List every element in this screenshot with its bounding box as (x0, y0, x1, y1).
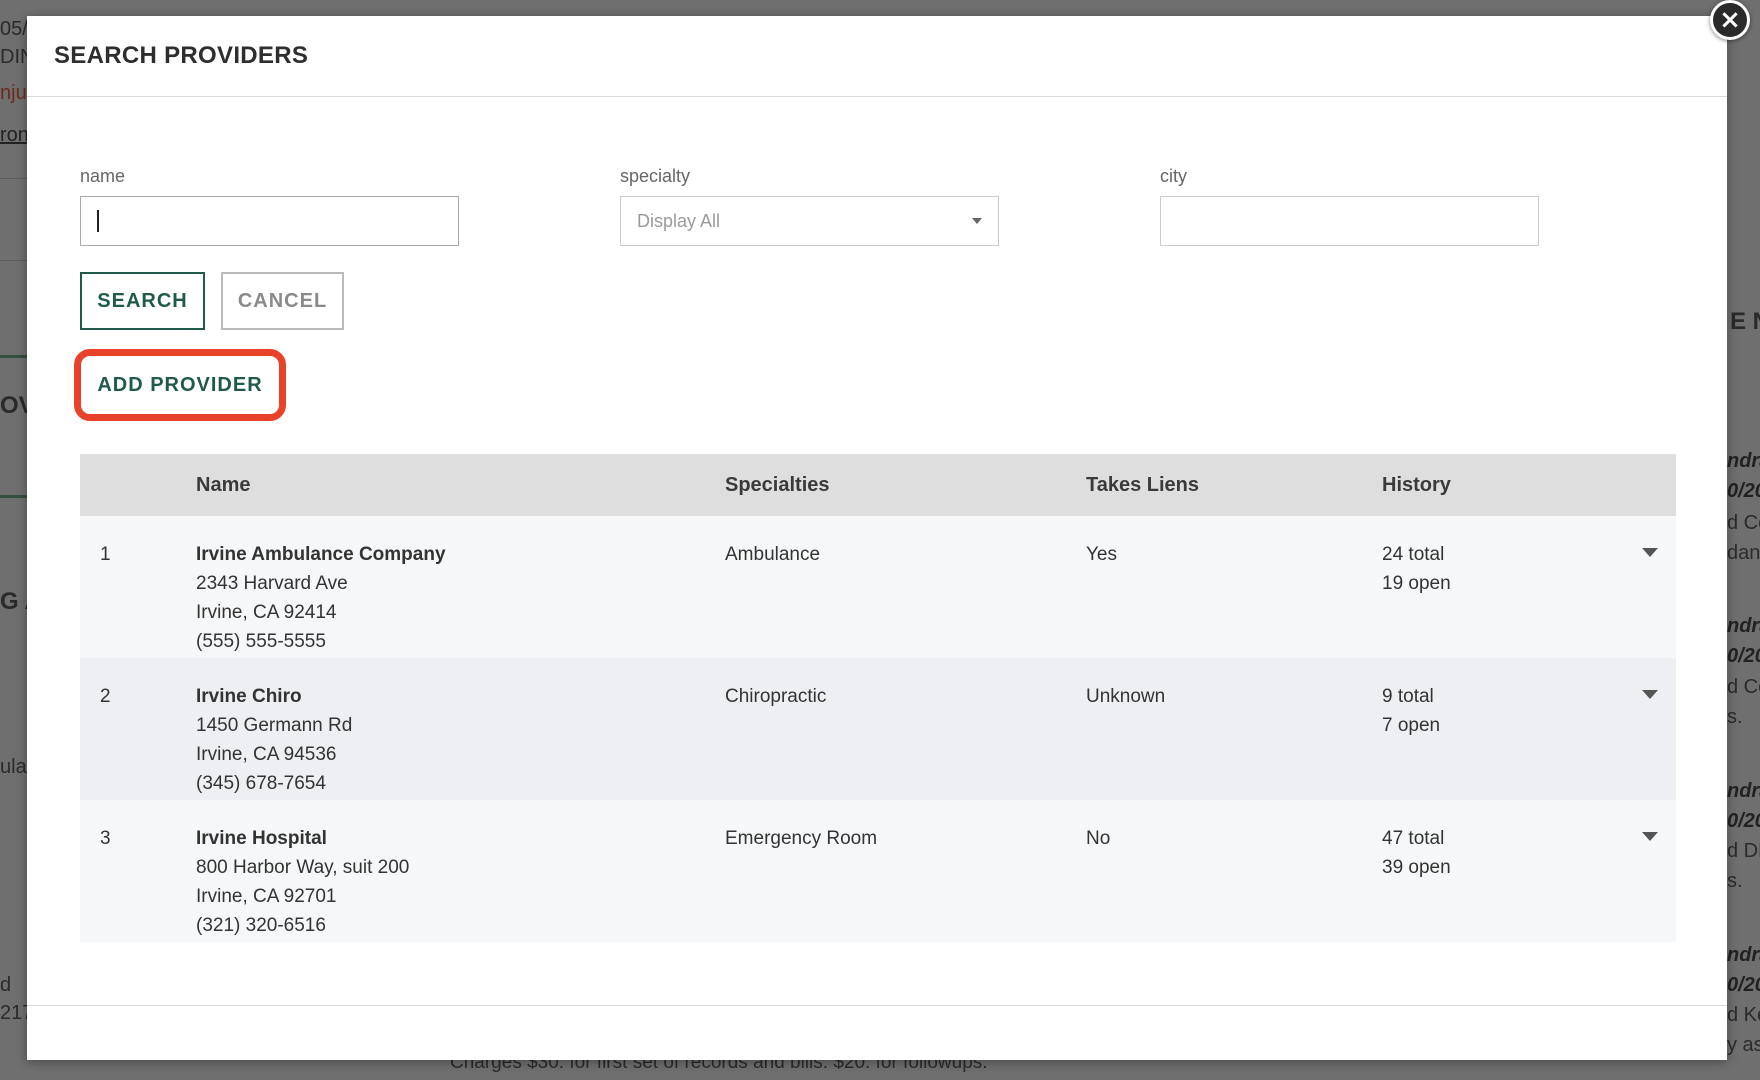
provider-phone: (555) 555-5555 (196, 631, 326, 652)
expand-row-icon[interactable] (1642, 832, 1658, 841)
cancel-button[interactable]: CANCEL (221, 272, 344, 330)
provider-name: Irvine Hospital (196, 828, 327, 849)
row-index: 3 (100, 828, 111, 849)
bg-text: d (0, 974, 12, 996)
bg-text: dant (1727, 542, 1760, 564)
city-label: city (1160, 166, 1187, 186)
bg-text: d Co (1727, 512, 1760, 534)
close-icon: × (1719, 5, 1741, 35)
column-header-takes-liens[interactable]: Takes Liens (1086, 454, 1382, 516)
bg-text: E N (1730, 308, 1760, 335)
column-header-index (80, 454, 196, 516)
provider-history: 47 total 39 open (1382, 800, 1642, 942)
provider-specialty: Emergency Room (725, 828, 878, 849)
table-header-row: Name Specialties Takes Liens History (80, 454, 1676, 516)
provider-specialty: Chiropractic (725, 686, 827, 707)
provider-phone: (321) 320-6516 (196, 915, 326, 936)
bg-text: d DF (1727, 840, 1760, 862)
add-provider-label: ADD PROVIDER (97, 373, 263, 396)
row-index: 2 (100, 686, 111, 707)
bg-text: ndra (1727, 780, 1760, 802)
bg-text: ndra (1727, 615, 1760, 637)
bg-text: 05/ (0, 18, 28, 40)
modal-footer-divider (27, 1005, 1727, 1006)
column-header-name[interactable]: Name (196, 454, 725, 516)
chevron-down-icon (972, 218, 982, 224)
bg-text: ndra (1727, 450, 1760, 472)
history-total: 24 total (1382, 544, 1445, 565)
provider-takes-liens: Yes (1086, 544, 1117, 565)
bg-text: y as (1727, 1034, 1760, 1056)
provider-address-line1: 2343 Harvard Ave (196, 573, 348, 594)
expand-row-icon[interactable] (1642, 548, 1658, 557)
bg-text: 0/20 (1727, 645, 1760, 667)
provider-address-line1: 1450 Germann Rd (196, 715, 353, 736)
bg-link: ron (0, 124, 29, 146)
provider-name: Irvine Ambulance Company (196, 544, 446, 565)
modal-title: SEARCH PROVIDERS (54, 42, 309, 69)
specialty-field: specialty Display All (620, 166, 999, 246)
expand-cell (1642, 516, 1676, 658)
table-row[interactable]: 2 Irvine Chiro 1450 Germann Rd Irvine, C… (80, 658, 1676, 800)
city-field: city (1160, 166, 1539, 246)
specialty-selected-value: Display All (637, 210, 721, 231)
history-total: 9 total (1382, 686, 1434, 707)
history-open: 19 open (1382, 573, 1451, 594)
city-input[interactable] (1160, 196, 1539, 246)
provider-address-line2: Irvine, CA 94536 (196, 744, 337, 765)
provider-specialty: Ambulance (725, 544, 821, 565)
modal-header: SEARCH PROVIDERS (27, 16, 1727, 97)
providers-table: Name Specialties Takes Liens History 1 I… (80, 454, 1676, 942)
bg-text: 0/20 (1727, 480, 1760, 502)
provider-info: Irvine Ambulance Company 2343 Harvard Av… (196, 516, 725, 658)
bg-text: d Ke (1727, 1004, 1760, 1026)
provider-info: Irvine Hospital 800 Harbor Way, suit 200… (196, 800, 725, 942)
bg-text: 0/20 (1727, 974, 1760, 996)
column-header-expand (1642, 454, 1676, 516)
provider-takes-liens: No (1086, 828, 1111, 849)
search-providers-modal: SEARCH PROVIDERS name specialty Display … (27, 16, 1727, 1060)
provider-history: 24 total 19 open (1382, 516, 1642, 658)
expand-cell (1642, 800, 1676, 942)
expand-cell (1642, 658, 1676, 800)
table-row[interactable]: 3 Irvine Hospital 800 Harbor Way, suit 2… (80, 800, 1676, 942)
bg-text: s. (1727, 870, 1743, 892)
history-open: 39 open (1382, 857, 1451, 878)
specialty-select[interactable]: Display All (620, 196, 999, 246)
provider-takes-liens: Unknown (1086, 686, 1166, 707)
provider-address-line2: Irvine, CA 92414 (196, 602, 337, 623)
provider-address-line1: 800 Harbor Way, suit 200 (196, 857, 410, 878)
table-row[interactable]: 1 Irvine Ambulance Company 2343 Harvard … (80, 516, 1676, 658)
specialty-label: specialty (620, 166, 691, 186)
bg-text: 0/20 (1727, 810, 1760, 832)
bg-text: d Co (1727, 676, 1760, 698)
column-header-specialties[interactable]: Specialties (725, 454, 1086, 516)
column-header-history[interactable]: History (1382, 454, 1642, 516)
add-provider-button[interactable]: ADD PROVIDER (74, 349, 286, 421)
form-actions: SEARCH CANCEL (80, 272, 344, 330)
name-label: name (80, 166, 126, 186)
provider-history: 9 total 7 open (1382, 658, 1642, 800)
search-form: name specialty Display All city (80, 166, 1680, 256)
close-button[interactable]: × (1710, 0, 1750, 40)
name-field: name (80, 166, 459, 246)
provider-phone: (345) 678-7654 (196, 773, 326, 794)
text-caret (97, 210, 99, 232)
history-total: 47 total (1382, 828, 1445, 849)
name-input[interactable] (80, 196, 459, 246)
bg-text: ndra (1727, 944, 1760, 966)
provider-info: Irvine Chiro 1450 Germann Rd Irvine, CA … (196, 658, 725, 800)
expand-row-icon[interactable] (1642, 690, 1658, 699)
history-open: 7 open (1382, 715, 1441, 736)
bg-text: s. (1727, 706, 1743, 728)
provider-name: Irvine Chiro (196, 686, 302, 707)
row-index: 1 (100, 544, 111, 565)
provider-address-line2: Irvine, CA 92701 (196, 886, 337, 907)
search-button[interactable]: SEARCH (80, 272, 205, 330)
